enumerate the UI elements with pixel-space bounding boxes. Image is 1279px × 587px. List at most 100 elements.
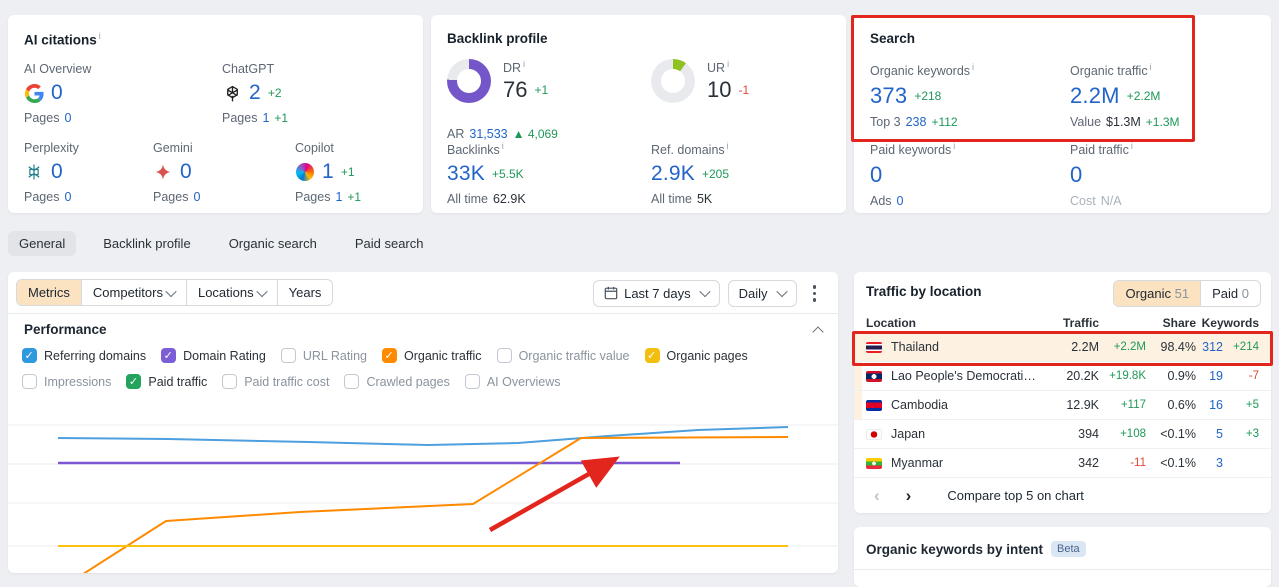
checkbox-checked-icon <box>126 374 142 389</box>
paid-traffic-value: 0 <box>1070 162 1083 188</box>
prev-page-chevron-icon[interactable]: ‹ <box>866 485 888 506</box>
metric-domain-rating[interactable]: Domain Rating <box>161 348 266 363</box>
traffic-by-location-card: Traffic by location Organic 51 Paid 0 Lo… <box>852 272 1273 513</box>
paid-keywords-stat: Paid keywords i 0 Ads 0 <box>870 141 956 209</box>
perplexity-value: 0 <box>51 160 63 183</box>
granularity-dropdown[interactable]: Daily <box>727 279 797 307</box>
info-icon: i <box>501 141 504 151</box>
perplexity-icon <box>24 162 44 182</box>
performance-chart[interactable] <box>8 398 838 573</box>
paid-toggle-button[interactable]: Paid 0 <box>1200 281 1260 306</box>
info-icon: i <box>953 141 956 151</box>
checkbox-unchecked-icon <box>280 348 296 363</box>
date-controls: Last 7 days Daily <box>593 279 824 308</box>
checkbox-checked-icon <box>161 348 177 363</box>
keywords-by-intent-card: Organic keywords by intent Beta <box>854 527 1271 587</box>
gemini-icon <box>153 162 173 182</box>
table-row-laos[interactable]: Lao People's Democratic Reput 20.2K +19.… <box>854 362 1271 391</box>
checkbox-unchecked-icon <box>496 348 512 363</box>
copilot-icon <box>295 162 315 182</box>
table-row-thailand[interactable]: Thailand 2.2M +2.2M 98.4% 312 +214 <box>854 333 1271 362</box>
backlink-profile-title: Backlink profile <box>447 31 548 46</box>
ahrefs-rank-line: AR 31,533 ▲ 4,069 <box>447 127 558 141</box>
locations-dropdown[interactable]: Locations <box>185 280 277 305</box>
chart-series-lines <box>57 426 789 573</box>
metric-referring-domains[interactable]: Referring domains <box>22 348 146 363</box>
search-title: Search <box>870 31 916 46</box>
ai-overview-value: 0 <box>51 81 63 104</box>
chatgpt-icon <box>222 83 242 103</box>
chevron-down-icon <box>255 285 268 297</box>
competitors-dropdown[interactable]: Competitors <box>80 280 186 305</box>
series-referring-domains <box>57 426 789 446</box>
metric-url-rating[interactable]: URL Rating <box>280 348 367 363</box>
chevron-down-icon <box>698 286 711 298</box>
ai-citations-card: AI citations i AI Overview 0 Pages 0 ChatG… <box>8 15 423 213</box>
info-icon: i <box>727 59 730 69</box>
organic-keywords-value: 373 <box>870 83 908 109</box>
metric-checkbox-list: Referring domains Domain Rating URL Rati… <box>22 348 830 389</box>
table-row-japan[interactable]: Japan 394 +108 <0.1% 5 +3 <box>854 420 1271 449</box>
info-icon: i <box>726 141 729 151</box>
dr-donut-chart <box>447 59 491 103</box>
table-row-myanmar[interactable]: Myanmar 342 -11 <0.1% 3 <box>854 449 1271 478</box>
chatgpt-value: 2 <box>249 81 261 104</box>
gemini-value: 0 <box>180 160 192 183</box>
ur-donut-chart <box>651 59 695 103</box>
chart-gridlines <box>8 424 838 547</box>
metric-ai-overviews[interactable]: AI Overviews <box>464 374 560 389</box>
myanmar-flag-icon <box>866 457 882 469</box>
checkbox-checked-icon <box>644 348 660 363</box>
beta-badge: Beta <box>1051 541 1086 557</box>
checkbox-unchecked-icon <box>222 374 238 389</box>
metric-organic-traffic-value[interactable]: Organic traffic value <box>496 348 630 363</box>
thailand-flag-icon <box>866 341 882 353</box>
metrics-button[interactable]: Metrics <box>17 280 81 305</box>
info-icon: i <box>972 62 975 72</box>
info-icon: i <box>523 59 526 69</box>
ur-value: 10 <box>707 77 732 103</box>
performance-card: Metrics Competitors Locations Years Last… <box>8 272 838 573</box>
date-range-dropdown[interactable]: Last 7 days <box>593 279 720 307</box>
years-button[interactable]: Years <box>276 280 333 305</box>
laos-flag-icon <box>866 370 882 382</box>
filter-segmented-control: Metrics Competitors Locations Years <box>16 279 334 306</box>
tab-organic-search[interactable]: Organic search <box>218 231 328 256</box>
metric-paid-traffic-cost[interactable]: Paid traffic cost <box>222 374 329 389</box>
chevron-down-icon <box>775 286 788 298</box>
more-options-kebab-icon[interactable] <box>805 279 825 308</box>
table-row-cambodia[interactable]: Cambodia 12.9K +117 0.6% 16 +5 <box>854 391 1271 420</box>
tab-paid-search[interactable]: Paid search <box>344 231 435 256</box>
metric-impressions[interactable]: Impressions <box>22 374 111 389</box>
organic-toggle-button[interactable]: Organic 51 <box>1114 281 1201 306</box>
performance-section-title: Performance <box>24 322 107 337</box>
traffic-table-header: Location Traffic Share Keywords <box>866 316 1259 330</box>
ref-domains-stat: Ref. domains i 2.9K +205 All time 5K <box>651 141 730 207</box>
paid-keywords-value: 0 <box>870 162 883 188</box>
ai-citations-title: AI citations i <box>24 31 101 48</box>
organic-traffic-stat: Organic traffic i 2.2M +2.2M Value $1.3M +1.… <box>1070 62 1180 130</box>
chatgpt-stat: ChatGPT 2 +2 Pages 1 +1 <box>222 62 289 125</box>
organic-keywords-stat: Organic keywords i 373 +218 Top 3 238 +112 <box>870 62 975 130</box>
dr-value: 76 <box>503 77 528 103</box>
calendar-icon <box>604 286 618 300</box>
metric-organic-pages[interactable]: Organic pages <box>644 348 748 363</box>
metric-crawled-pages[interactable]: Crawled pages <box>344 374 450 389</box>
info-icon: i <box>98 31 101 41</box>
next-page-chevron-icon[interactable]: › <box>898 485 920 506</box>
japan-flag-icon <box>866 428 882 440</box>
organic-paid-toggle: Organic 51 Paid 0 <box>1113 280 1261 307</box>
series-organic-traffic <box>82 436 789 573</box>
compare-top5-link[interactable]: Compare top 5 on chart <box>947 488 1084 503</box>
metric-paid-traffic[interactable]: Paid traffic <box>126 374 207 389</box>
collapse-chevron-up-icon[interactable] <box>812 326 824 338</box>
metric-organic-traffic[interactable]: Organic traffic <box>381 348 482 363</box>
tab-backlink-profile[interactable]: Backlink profile <box>92 231 201 256</box>
checkbox-checked-icon <box>381 348 397 363</box>
info-icon: i <box>1130 141 1133 151</box>
checkbox-checked-icon <box>22 348 37 363</box>
ai-overview-stat: AI Overview 0 Pages 0 <box>24 62 92 125</box>
tab-general[interactable]: General <box>8 231 77 256</box>
section-tabs: General Backlink profile Organic search … <box>8 231 435 256</box>
ref-domains-value: 2.9K <box>651 162 695 186</box>
